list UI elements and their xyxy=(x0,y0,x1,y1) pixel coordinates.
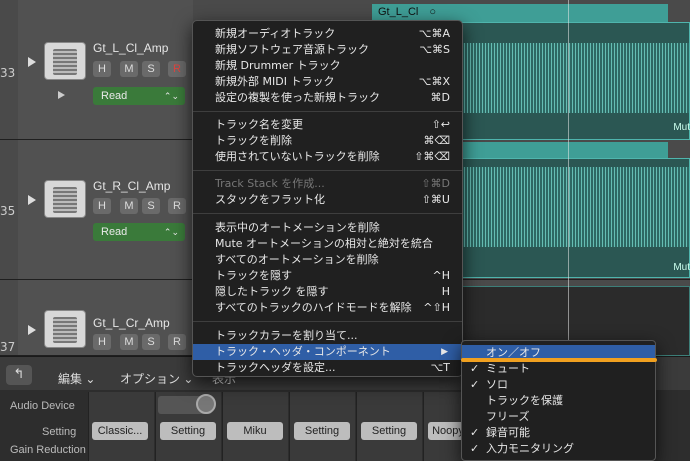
play-icon[interactable] xyxy=(28,325,36,335)
setting-button[interactable]: Setting xyxy=(160,422,216,440)
submenu-item-solo[interactable]: ✓ ソロ xyxy=(462,377,655,393)
disclosure-icon[interactable] xyxy=(58,91,65,99)
menu-item-new-external-midi-track[interactable]: 新規外部 MIDI トラック ⌥⌘X xyxy=(193,74,462,90)
input-knob[interactable] xyxy=(196,394,216,414)
track-header[interactable]: Gt_L_Cl_Amp H M S R Read⌃⌄ M xyxy=(18,0,208,139)
mute-label: Mut xyxy=(673,122,690,133)
setting-button[interactable]: Classic... xyxy=(92,422,148,440)
track-number: 37 xyxy=(0,340,16,354)
track-header[interactable]: Gt_R_Cl_Amp H M S R Read⌃⌄ M xyxy=(18,140,208,279)
track-number: 33 xyxy=(0,66,16,80)
record-button[interactable]: R xyxy=(168,61,186,77)
annotation-underline xyxy=(461,358,657,362)
waveform xyxy=(461,43,689,113)
edit-menu[interactable]: 編集 ⌄ xyxy=(58,370,95,387)
submenu-item-mute[interactable]: ✓ ミュート xyxy=(462,361,655,377)
menu-item-hide-track[interactable]: トラックを隠す ^H xyxy=(193,268,462,284)
context-menu: 新規オーディオトラック ⌥⌘A 新規ソフトウェア音源トラック ⌥⌘S 新規 Drum… xyxy=(192,20,463,377)
menu-item-configure-track-header[interactable]: トラックヘッダを設定... ⌥T xyxy=(193,360,462,376)
automation-mode-select[interactable]: Read ⌃⌄ xyxy=(93,87,185,105)
submenu-arrow-icon: ▶ xyxy=(441,347,448,357)
options-menu[interactable]: オプション ⌄ xyxy=(120,370,193,387)
menu-item-delete-track[interactable]: トラックを削除 ⌘⌫ xyxy=(193,133,462,149)
waveform xyxy=(461,167,689,247)
menu-item-delete-all-automation[interactable]: すべてのオートメーションを削除 xyxy=(193,252,462,268)
setting-button[interactable]: Setting xyxy=(361,422,417,440)
mute-button[interactable]: M xyxy=(120,334,138,350)
solo-button[interactable]: S xyxy=(142,198,160,214)
amp-icon[interactable] xyxy=(44,310,86,348)
menu-item-create-track-stack: Track Stack を作成... ⇧⌘D xyxy=(215,177,450,190)
track-name[interactable]: Gt_R_Cl_Amp xyxy=(93,179,170,193)
submenu-item-record-enable[interactable]: ✓ 録音可能 xyxy=(462,425,655,441)
track-name[interactable]: Gt_L_Cl_Amp xyxy=(93,41,168,55)
record-button[interactable]: R xyxy=(168,198,186,214)
menu-item-merge-mute-automation[interactable]: Mute オートメーションの相対と絶対を統合 xyxy=(193,236,462,252)
checkmark-icon: ✓ xyxy=(470,442,480,455)
menu-item-unhide-all-tracks[interactable]: すべてのトラックのハイドモードを解除 ^⇧H xyxy=(193,300,462,316)
checkmark-icon: ✓ xyxy=(470,362,480,375)
track-number: 35 xyxy=(0,204,16,218)
menu-separator xyxy=(193,321,462,322)
menu-item-new-software-instrument-track[interactable]: 新規ソフトウェア音源トラック ⌥⌘S xyxy=(193,42,462,58)
submenu-item-protect-track[interactable]: トラックを保護 xyxy=(462,393,655,409)
track-name[interactable]: Gt_L_Cr_Amp xyxy=(93,316,170,330)
checkmark-icon: ✓ xyxy=(470,378,480,391)
submenu-item-freeze[interactable]: フリーズ xyxy=(462,409,655,425)
setting-label: Setting xyxy=(42,426,77,438)
menu-separator xyxy=(193,170,462,171)
audio-device-label: Audio Device xyxy=(10,400,75,412)
record-button[interactable]: R xyxy=(168,334,186,350)
gain-reduction-label: Gain Reduction xyxy=(10,444,86,456)
track-header[interactable]: Gt_L_Cr_Amp H M S R xyxy=(18,280,193,355)
setting-button[interactable]: Setting xyxy=(294,422,350,440)
hide-button[interactable]: H xyxy=(93,198,111,214)
mute-button[interactable]: M xyxy=(120,61,138,77)
solo-button[interactable]: S xyxy=(142,334,160,350)
back-icon[interactable]: ↰ xyxy=(6,365,32,385)
checkmark-icon: ✓ xyxy=(470,426,480,439)
loop-icon: ○ xyxy=(429,6,437,18)
setting-button[interactable]: Miku xyxy=(227,422,283,440)
menu-item-new-audio-track[interactable]: 新規オーディオトラック ⌥⌘A xyxy=(193,26,462,42)
menu-item-flatten-stack[interactable]: スタックをフラット化 ⇧⌘U xyxy=(193,192,462,208)
menu-item-hide-hidden-tracks[interactable]: 隠したトラック を隠す H xyxy=(193,284,462,300)
region-name: Gt_L_Cl xyxy=(378,6,419,18)
automation-mode-select[interactable]: Read ⌃⌄ xyxy=(93,223,185,241)
audio-region[interactable] xyxy=(460,158,690,278)
menu-item-new-track-with-duplicate[interactable]: 設定の複製を使った新規トラック ⌘D xyxy=(193,90,462,106)
menu-separator xyxy=(193,213,462,214)
menu-separator xyxy=(193,111,462,112)
mute-button[interactable]: M xyxy=(120,198,138,214)
solo-button[interactable]: S xyxy=(142,61,160,77)
play-icon[interactable] xyxy=(28,195,36,205)
hide-button[interactable]: H xyxy=(93,61,111,77)
mute-label: Mut xyxy=(673,262,690,273)
amp-icon[interactable] xyxy=(44,180,86,218)
region-header[interactable] xyxy=(460,142,668,158)
menu-item-delete-unused-tracks[interactable]: 使用されていないトラックを削除 ⇧⌘⌫ xyxy=(193,149,462,165)
play-icon[interactable] xyxy=(28,57,36,67)
menu-item-delete-visible-automation[interactable]: 表示中のオートメーションを削除 xyxy=(193,220,462,236)
playhead[interactable] xyxy=(568,0,569,356)
menu-item-new-drummer-track[interactable]: 新規 Drummer トラック xyxy=(193,58,462,74)
menu-item-track-header-components[interactable]: トラック・ヘッダ・コンポーネント ▶ xyxy=(193,344,462,360)
amp-icon[interactable] xyxy=(44,42,86,80)
submenu-item-input-monitoring[interactable]: ✓ 入力モニタリング xyxy=(462,441,655,457)
hide-button[interactable]: H xyxy=(93,334,111,350)
menu-item-rename-track[interactable]: トラック名を変更 ⇧↩ xyxy=(193,117,462,133)
menu-item-assign-track-color[interactable]: トラックカラーを割り当て... xyxy=(193,328,462,344)
audio-region[interactable] xyxy=(460,22,690,140)
